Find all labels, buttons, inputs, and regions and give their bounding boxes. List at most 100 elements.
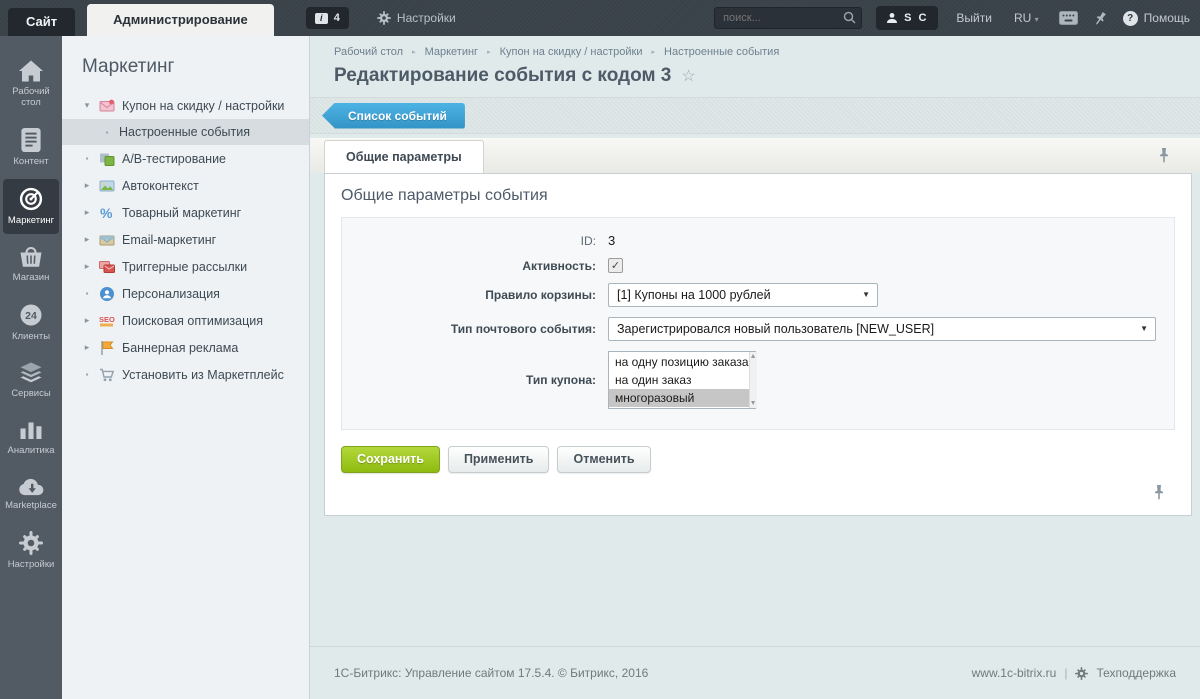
tree-collapsed-icon[interactable]: ▸ xyxy=(82,261,92,272)
notifications-button[interactable]: i 4 xyxy=(306,7,349,29)
pin-form-button[interactable] xyxy=(1153,484,1165,505)
tree-item-ab-testing[interactable]: ▪ A/B-тестирование xyxy=(62,145,309,172)
chevron-down-icon: ▼ xyxy=(1140,318,1148,340)
content-area: Рабочий стол ▸ Маркетинг ▸ Купон на скид… xyxy=(310,36,1200,699)
coupon-type-option[interactable]: на одну позицию заказа xyxy=(609,353,749,371)
coupon-icon xyxy=(99,98,115,114)
tree-collapsed-icon[interactable]: ▸ xyxy=(82,234,92,245)
keyboard-icon xyxy=(1059,11,1078,25)
cart-icon xyxy=(99,367,115,383)
back-to-list-button[interactable]: Список событий xyxy=(322,103,465,129)
home-icon xyxy=(19,60,43,82)
help-button[interactable]: ? Помощь xyxy=(1123,11,1190,26)
tab-administration[interactable]: Администрирование xyxy=(87,4,274,36)
rail-item-clients[interactable]: 24 Клиенты xyxy=(3,295,59,350)
cart-rule-select[interactable]: [1] Купоны на 1000 рублей ▼ xyxy=(608,283,878,307)
language-selector[interactable]: RU ▾ xyxy=(1014,11,1039,25)
svg-text:24: 24 xyxy=(25,310,37,322)
user-menu-button[interactable]: S C xyxy=(876,6,938,30)
form-buttons: Сохранить Применить Отменить xyxy=(341,446,1191,473)
field-row-id: ID: 3 xyxy=(342,233,1174,248)
gear-icon xyxy=(377,11,391,25)
field-row-mail-event: Тип почтового события: Зарегистрировался… xyxy=(342,317,1174,341)
tree-collapsed-icon[interactable]: ▸ xyxy=(82,207,92,218)
coupon-type-option[interactable]: на один заказ xyxy=(609,371,749,389)
rail-item-marketplace[interactable]: Marketplace xyxy=(3,468,59,519)
tree-item-email-marketing[interactable]: ▸ Email-маркетинг xyxy=(62,226,309,253)
rail-item-store[interactable]: Магазин xyxy=(3,238,59,291)
trigger-mail-icon xyxy=(99,259,115,275)
footer-support-link[interactable]: Техподдержка xyxy=(1096,666,1176,680)
rail-item-content[interactable]: Контент xyxy=(3,120,59,175)
breadcrumb-link[interactable]: Настроенные события xyxy=(664,46,779,58)
help-icon: ? xyxy=(1123,11,1138,26)
active-checkbox[interactable]: ✓ xyxy=(608,258,623,273)
personalization-icon xyxy=(99,286,115,302)
tree-item-label: Автоконтекст xyxy=(122,179,199,193)
tree-item-seo[interactable]: ▸ SEO Поисковая оптимизация xyxy=(62,307,309,334)
gear-icon xyxy=(1075,667,1088,680)
field-row-coupon-type: Тип купона: на одну позицию заказа на од… xyxy=(342,351,1174,409)
tree-item-label: A/B-тестирование xyxy=(122,152,226,166)
search-icon[interactable] xyxy=(843,11,856,29)
tree-collapsed-icon[interactable]: ▸ xyxy=(82,180,92,191)
pin-tabs-button[interactable] xyxy=(1158,147,1170,168)
logout-link[interactable]: Выйти xyxy=(956,11,992,25)
scroll-up-icon[interactable]: ▲ xyxy=(750,353,757,360)
rail-item-desktop[interactable]: Рабочий стол xyxy=(3,52,59,116)
tree-item-label: Товарный маркетинг xyxy=(122,206,241,220)
coupon-type-options: на одну позицию заказа на один заказ мно… xyxy=(609,352,749,408)
rail-item-label: Аналитика xyxy=(7,445,54,456)
topbar-settings-button[interactable]: Настройки xyxy=(377,11,456,25)
apply-button[interactable]: Применить xyxy=(448,446,550,473)
ab-test-icon xyxy=(99,151,115,167)
rail-item-label: Маркетинг xyxy=(8,215,54,226)
tree-item-label: Поисковая оптимизация xyxy=(122,314,263,328)
scroll-down-icon[interactable]: ▼ xyxy=(750,400,757,407)
bitrix-admin-app: Сайт Администрирование i 4 Настройки xyxy=(0,0,1200,699)
tree-collapsed-icon[interactable]: ▸ xyxy=(82,315,92,326)
tree-item-product-marketing[interactable]: ▸ % Товарный маркетинг xyxy=(62,199,309,226)
tree-collapsed-icon[interactable]: ▸ xyxy=(82,342,92,353)
rail-item-label: Сервисы xyxy=(11,388,50,399)
breadcrumb-link[interactable]: Рабочий стол xyxy=(334,46,403,58)
cancel-button[interactable]: Отменить xyxy=(557,446,650,473)
breadcrumb-link[interactable]: Купон на скидку / настройки xyxy=(500,46,643,58)
tree-item-trigger-mailings[interactable]: ▸ Триггерные рассылки xyxy=(62,253,309,280)
gear-icon xyxy=(19,531,43,555)
tree-item-install-marketplace[interactable]: ▪ Установить из Маркетплейс xyxy=(62,361,309,388)
tab-general-params[interactable]: Общие параметры xyxy=(324,140,484,173)
rail-item-marketing[interactable]: Маркетинг xyxy=(3,179,59,234)
tree-item-autocontext[interactable]: ▸ Автоконтекст xyxy=(62,172,309,199)
rail-item-settings[interactable]: Настройки xyxy=(3,523,59,578)
chevron-down-icon: ▾ xyxy=(1035,15,1039,24)
rail-item-analytics[interactable]: Аналитика xyxy=(3,411,59,464)
breadcrumb-sep-icon: ▸ xyxy=(652,48,656,56)
footer-site-link[interactable]: www.1c-bitrix.ru xyxy=(972,666,1057,680)
mail-event-select[interactable]: Зарегистрировался новый пользователь [NE… xyxy=(608,317,1156,341)
tree-expanded-icon[interactable]: ▾ xyxy=(82,100,92,111)
save-button[interactable]: Сохранить xyxy=(341,446,440,473)
hotkeys-button[interactable] xyxy=(1059,11,1078,25)
tree-item-configured-events[interactable]: ▪ Настроенные события xyxy=(62,119,309,145)
rail-item-label: Клиенты xyxy=(12,331,50,342)
breadcrumb-link[interactable]: Маркетинг xyxy=(425,46,478,58)
tree-item-coupon-settings[interactable]: ▾ Купон на скидку / настройки xyxy=(62,92,309,119)
coupon-type-listbox[interactable]: на одну позицию заказа на один заказ мно… xyxy=(608,351,756,409)
field-row-cart-rule: Правило корзины: [1] Купоны на 1000 рубл… xyxy=(342,283,1174,307)
coupon-type-option-selected[interactable]: многоразовый xyxy=(609,389,749,407)
tab-site[interactable]: Сайт xyxy=(8,8,75,36)
clients-24-icon: 24 xyxy=(19,303,43,327)
basket-icon xyxy=(19,246,43,268)
search-input[interactable] xyxy=(714,7,862,29)
listbox-scrollbar[interactable]: ▲ ▼ xyxy=(749,352,757,408)
pin-icon xyxy=(1091,8,1110,28)
tree-item-label: Баннерная реклама xyxy=(122,341,238,355)
tree-item-personalization[interactable]: ▪ Персонализация xyxy=(62,280,309,307)
left-rail: Рабочий стол Контент Маркетинг xyxy=(0,36,62,699)
bullet-icon: ▪ xyxy=(82,289,92,298)
tree-item-banner-ads[interactable]: ▸ Баннерная реклама xyxy=(62,334,309,361)
pin-header-button[interactable] xyxy=(1094,11,1107,26)
favorite-star-icon[interactable]: ☆ xyxy=(681,66,695,86)
rail-item-services[interactable]: Сервисы xyxy=(3,354,59,407)
